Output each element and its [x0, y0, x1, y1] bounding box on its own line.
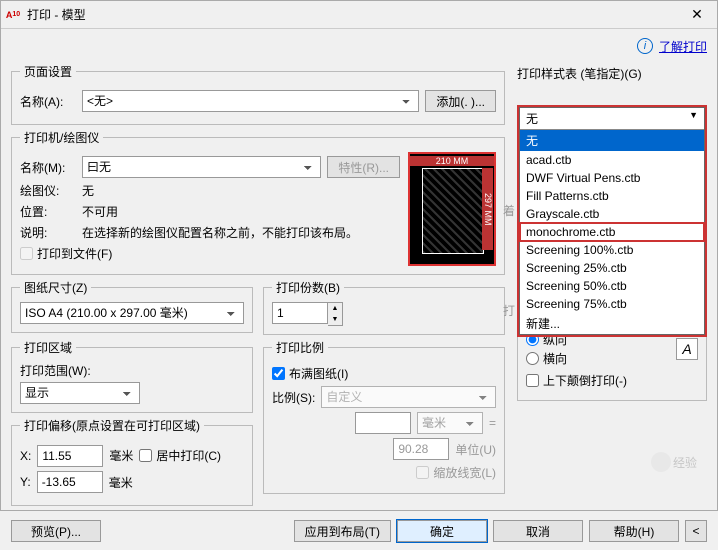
print-area-legend: 打印区域: [20, 339, 76, 356]
desc-value: 在选择新的绘图仪配置名称之前，不能打印该布局。: [82, 224, 400, 241]
dropdown-item[interactable]: DWF Virtual Pens.ctb: [520, 169, 704, 187]
fit-label: 布满图纸(I): [289, 365, 348, 382]
scale-denom-input: [393, 438, 449, 460]
dropdown-item[interactable]: Screening 75%.ctb: [520, 295, 704, 313]
spin-down-icon[interactable]: ▼: [328, 314, 342, 325]
copies-group: 打印份数(B) ▲▼: [263, 279, 505, 335]
copies-spinner[interactable]: ▲▼: [272, 302, 343, 326]
dropdown-item[interactable]: 新建...: [520, 313, 704, 334]
paper-preview: 210 MM 297 MM: [408, 152, 496, 266]
dropdown-item[interactable]: acad.ctb: [520, 151, 704, 169]
page-setup-name-select[interactable]: <无>: [82, 90, 419, 112]
where-label: 位置:: [20, 203, 76, 220]
page-setup-group: 页面设置 名称(A): <无> 添加(. )...: [11, 63, 505, 125]
scale-unit-select: 毫米: [417, 412, 483, 434]
plotter-label: 绘图仪:: [20, 182, 76, 199]
window-title: 打印 - 模型: [27, 6, 681, 23]
scale-legend: 打印比例: [272, 339, 328, 356]
copies-input[interactable]: [272, 302, 328, 324]
scale-lw-checkbox: [416, 466, 429, 479]
help-button[interactable]: 帮助(H): [589, 520, 679, 542]
app-icon: A10: [5, 7, 21, 23]
dropdown-item[interactable]: Screening 50%.ctb: [520, 277, 704, 295]
preview-width-label: 210 MM: [410, 156, 494, 166]
shade-prefix: 着: [503, 202, 515, 219]
range-label: 打印范围(W):: [20, 362, 244, 379]
x-unit: 毫米: [109, 447, 133, 464]
print-range-select[interactable]: 显示: [20, 382, 140, 404]
scale-group: 打印比例 布满图纸(I) 比例(S):自定义 毫米= 单位(U) 缩放线宽(L): [263, 339, 505, 494]
styletable-label: 打印样式表 (笔指定)(G): [517, 65, 707, 82]
paper-size-legend: 图纸尺寸(Z): [20, 279, 91, 296]
close-icon[interactable]: ✕: [681, 6, 713, 23]
titlebar: A10 打印 - 模型 ✕: [1, 1, 717, 29]
scale-lw-label: 缩放线宽(L): [433, 464, 496, 481]
offset-group: 打印偏移(原点设置在可打印区域) X: 毫米 居中打印(C) Y: 毫米: [11, 417, 253, 506]
paper-size-select[interactable]: ISO A4 (210.00 x 297.00 毫米): [20, 302, 244, 324]
watermark-text: 经验: [673, 454, 697, 471]
learn-print-link[interactable]: 了解打印: [659, 38, 707, 55]
print-area-group: 打印区域 打印范围(W): 显示: [11, 339, 253, 413]
add-button[interactable]: 添加(. )...: [425, 90, 496, 112]
y-label: Y:: [20, 475, 31, 489]
chevron-down-icon: ▼: [689, 110, 698, 127]
preview-height-label: 297 MM: [482, 168, 493, 250]
watermark-icon: [651, 452, 671, 472]
y-offset-input[interactable]: [37, 471, 103, 493]
dropdown-item[interactable]: Fill Patterns.ctb: [520, 187, 704, 205]
info-icon[interactable]: i: [637, 38, 653, 54]
landscape-radio[interactable]: [526, 352, 539, 365]
center-checkbox[interactable]: [139, 449, 152, 462]
expand-button[interactable]: <: [685, 520, 707, 542]
fit-checkbox[interactable]: [272, 367, 285, 380]
dropdown-item[interactable]: monochrome.ctb: [520, 223, 704, 241]
ratio-label: 比例(S):: [272, 389, 315, 406]
dropdown-item[interactable]: Grayscale.ctb: [520, 205, 704, 223]
center-label: 居中打印(C): [156, 447, 221, 464]
print-dialog: A10 打印 - 模型 ✕ i 了解打印 页面设置 名称(A): <无> 添加(…: [0, 0, 718, 511]
properties-button: 特性(R)...: [327, 156, 400, 178]
dropdown-item[interactable]: 无: [520, 130, 704, 151]
printer-name-label: 名称(M):: [20, 159, 76, 176]
where-value: 不可用: [82, 203, 118, 220]
x-offset-input[interactable]: [37, 445, 103, 467]
paper-size-group: 图纸尺寸(Z) ISO A4 (210.00 x 297.00 毫米): [11, 279, 253, 333]
styletable-dropdown[interactable]: 无▼ 无 acad.ctb DWF Virtual Pens.ctb Fill …: [519, 107, 705, 335]
print-to-file-checkbox: [20, 247, 33, 260]
dropdown-item[interactable]: Screening 100%.ctb: [520, 241, 704, 259]
cancel-button[interactable]: 取消: [493, 520, 583, 542]
printer-name-select[interactable]: 曰无: [82, 156, 321, 178]
upside-checkbox[interactable]: [526, 374, 539, 387]
offset-legend: 打印偏移(原点设置在可打印区域): [20, 417, 204, 434]
page-setup-legend: 页面设置: [20, 63, 76, 80]
styletable-select[interactable]: 无▼: [520, 108, 704, 130]
unit2-label: 单位(U): [455, 441, 496, 458]
dropdown-item[interactable]: Screening 25%.ctb: [520, 259, 704, 277]
apply-button[interactable]: 应用到布局(T): [294, 520, 391, 542]
landscape-label: 横向: [543, 350, 567, 367]
watermark: 经验: [651, 452, 697, 472]
orientation-icon: A: [676, 338, 698, 360]
spin-up-icon[interactable]: ▲: [328, 303, 342, 314]
plotter-value: 无: [82, 182, 94, 199]
desc-label: 说明:: [20, 224, 76, 241]
printer-legend: 打印机/绘图仪: [20, 129, 103, 146]
x-label: X:: [20, 449, 31, 463]
preview-button[interactable]: 预览(P)...: [11, 520, 101, 542]
upside-label: 上下颠倒打印(-): [543, 372, 627, 389]
name-label: 名称(A):: [20, 93, 76, 110]
scale-num-input: [355, 412, 411, 434]
print-to-file-label: 打印到文件(F): [37, 245, 112, 262]
ok-button[interactable]: 确定: [397, 520, 487, 542]
ratio-select: 自定义: [321, 386, 496, 408]
copies-legend: 打印份数(B): [272, 279, 344, 296]
y-unit: 毫米: [109, 474, 133, 491]
printer-group: 打印机/绘图仪 名称(M): 曰无 特性(R)... 绘图仪:无 位置:不可用 …: [11, 129, 505, 275]
print-opt-prefix: 打: [503, 302, 515, 319]
